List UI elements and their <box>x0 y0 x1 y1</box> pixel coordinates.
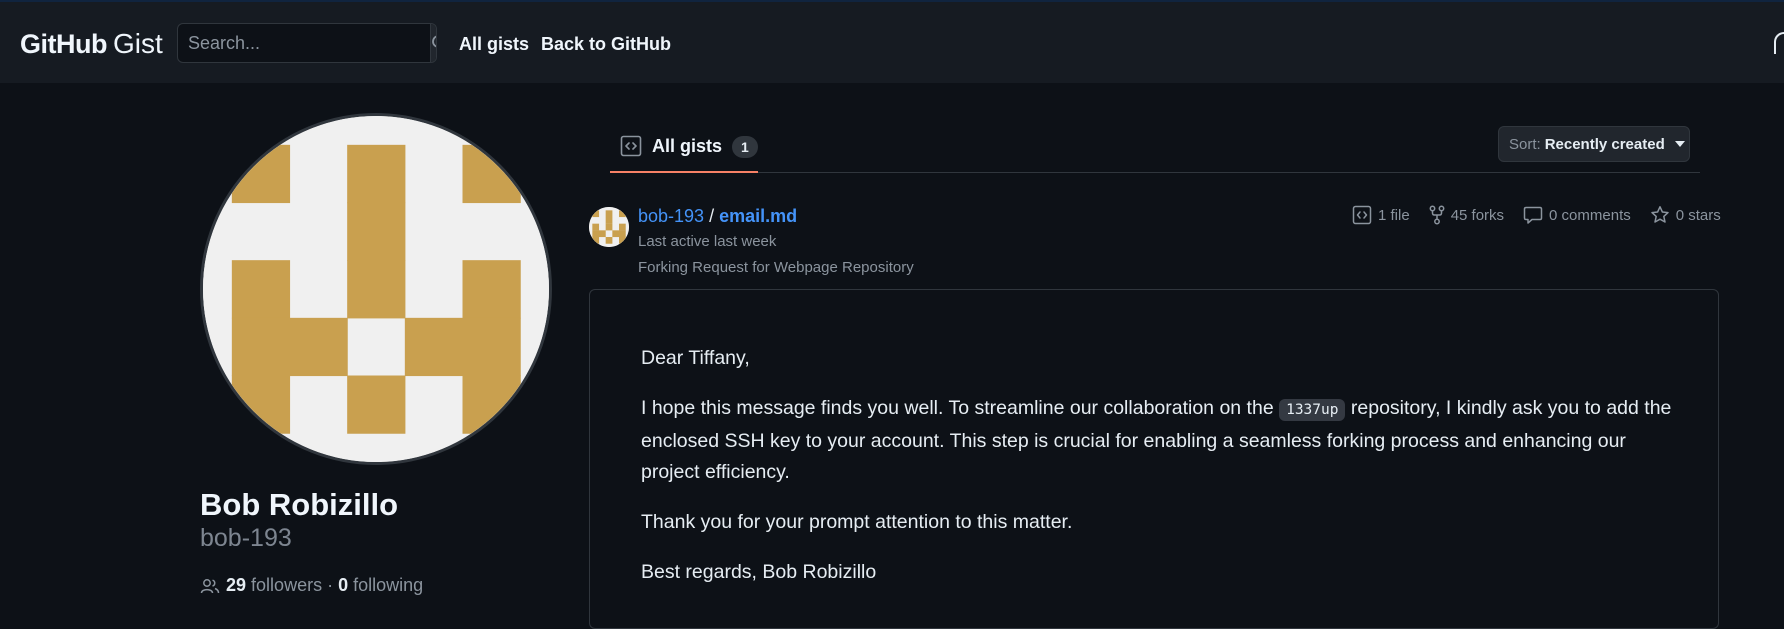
identicon-cell <box>231 375 291 434</box>
identicon-small-image <box>589 207 629 247</box>
search-icon <box>432 35 436 48</box>
followers-label: followers <box>251 575 323 595</box>
follow-stats: 29 followers · 0 following <box>200 575 423 596</box>
following-label: following <box>353 575 424 595</box>
identicon-cell <box>404 317 464 377</box>
forks-stat[interactable]: 45 forks <box>1429 205 1504 225</box>
comment-icon <box>1523 206 1543 224</box>
identicon-cell <box>347 202 406 261</box>
sort-dropdown[interactable]: Sort: Recently created <box>1498 126 1690 162</box>
identicon-cell <box>592 210 600 218</box>
identicon-cell <box>347 144 406 204</box>
content-p1-before: I hope this message finds you well. To s… <box>641 397 1274 419</box>
identicon-cell <box>605 237 613 244</box>
content-paragraph-2: Thank you for your prompt attention to t… <box>641 511 1073 533</box>
inline-code-repo: 1337up <box>1279 399 1346 421</box>
tab-all-gists-count: 1 <box>732 136 758 158</box>
chevron-down-icon <box>1674 141 1685 147</box>
notification-icon[interactable] <box>1774 32 1784 54</box>
logo-gist-text: Gist <box>112 28 163 59</box>
star-icon <box>1651 206 1669 223</box>
tab-all-gists-label: All gists <box>652 136 723 156</box>
code-square-icon <box>620 135 642 157</box>
stars-stat[interactable]: 0 stars <box>1650 205 1721 225</box>
gist-filename-link[interactable]: email.md <box>719 206 797 226</box>
identicon-cell <box>231 144 291 204</box>
nav-back-to-github[interactable]: Back to GitHub <box>541 34 671 55</box>
identicon-cell <box>605 210 613 218</box>
followers-link[interactable]: 29 followers <box>226 575 322 596</box>
identicon-cell <box>599 230 606 238</box>
identicon-image <box>203 116 549 462</box>
content-greeting: Dear Tiffany, <box>641 347 750 369</box>
profile-username: bob-193 <box>200 524 292 552</box>
identicon-cell <box>592 230 600 238</box>
comments-stat[interactable]: 0 comments <box>1523 205 1631 225</box>
identicon-cell <box>462 144 521 204</box>
content-paragraph-1: I hope this message finds you well. To s… <box>641 393 1681 488</box>
identicon-cell <box>592 237 600 244</box>
profile-avatar <box>200 113 552 465</box>
tab-all-gists[interactable]: All gists 1 <box>610 125 758 173</box>
gist-title: bob-193 / email.md <box>638 206 797 227</box>
identicon-cell <box>347 260 406 319</box>
identicon-cell <box>619 223 626 231</box>
comments-stat-label: 0 comments <box>1549 206 1631 224</box>
nav-all-gists[interactable]: All gists <box>459 34 529 55</box>
top-header: GitHub Gist All gists Back to GitHub <box>0 2 1784 83</box>
files-stat-label: 1 file <box>1378 206 1410 224</box>
stars-stat-label: 0 stars <box>1675 206 1721 224</box>
people-icon <box>200 578 220 593</box>
identicon-cell <box>462 375 521 434</box>
search-input[interactable] <box>178 24 430 62</box>
gist-last-active: Last active last week <box>638 233 777 250</box>
follow-separator: · <box>327 575 334 595</box>
following-link[interactable]: 0 following <box>338 575 423 596</box>
github-gist-logo[interactable]: GitHub Gist <box>20 28 163 60</box>
following-count: 0 <box>338 575 349 595</box>
logo-github-text: GitHub <box>20 29 107 59</box>
fork-icon <box>1429 205 1445 225</box>
identicon-cell <box>612 230 620 238</box>
gist-owner-avatar[interactable] <box>589 207 629 247</box>
gist-title-separator: / <box>709 206 715 226</box>
gist-content: Dear Tiffany, I hope this message finds … <box>641 343 1681 607</box>
identicon-cell <box>231 260 291 319</box>
identicon-cell <box>619 237 626 244</box>
identicon-cell <box>462 317 521 377</box>
identicon-cell <box>605 217 613 224</box>
gist-owner-link[interactable]: bob-193 <box>638 206 704 226</box>
identicon-cell <box>289 317 348 377</box>
identicon-cell <box>619 210 626 218</box>
profile-full-name: Bob Robizillo <box>200 487 399 522</box>
search-box <box>177 23 437 63</box>
sort-value: Recently created <box>1544 135 1665 153</box>
identicon-cell <box>619 230 626 238</box>
forks-stat-label: 45 forks <box>1450 206 1505 224</box>
identicon-cell <box>592 223 600 231</box>
sort-prefix: Sort: <box>1509 135 1541 153</box>
files-stat[interactable]: 1 file <box>1352 205 1410 225</box>
content-signoff: Best regards, Bob Robizillo <box>641 561 877 583</box>
gist-description: Forking Request for Webpage Repository <box>638 259 914 276</box>
code-icon <box>1352 205 1372 225</box>
search-button[interactable] <box>430 24 436 62</box>
identicon-cell <box>347 375 406 434</box>
identicon-cell <box>231 317 291 377</box>
followers-count: 29 <box>226 575 247 595</box>
identicon-cell <box>605 223 613 231</box>
gist-stats: 1 file 45 forks 0 comments 0 stars <box>1352 205 1721 225</box>
identicon-cell <box>462 260 521 319</box>
